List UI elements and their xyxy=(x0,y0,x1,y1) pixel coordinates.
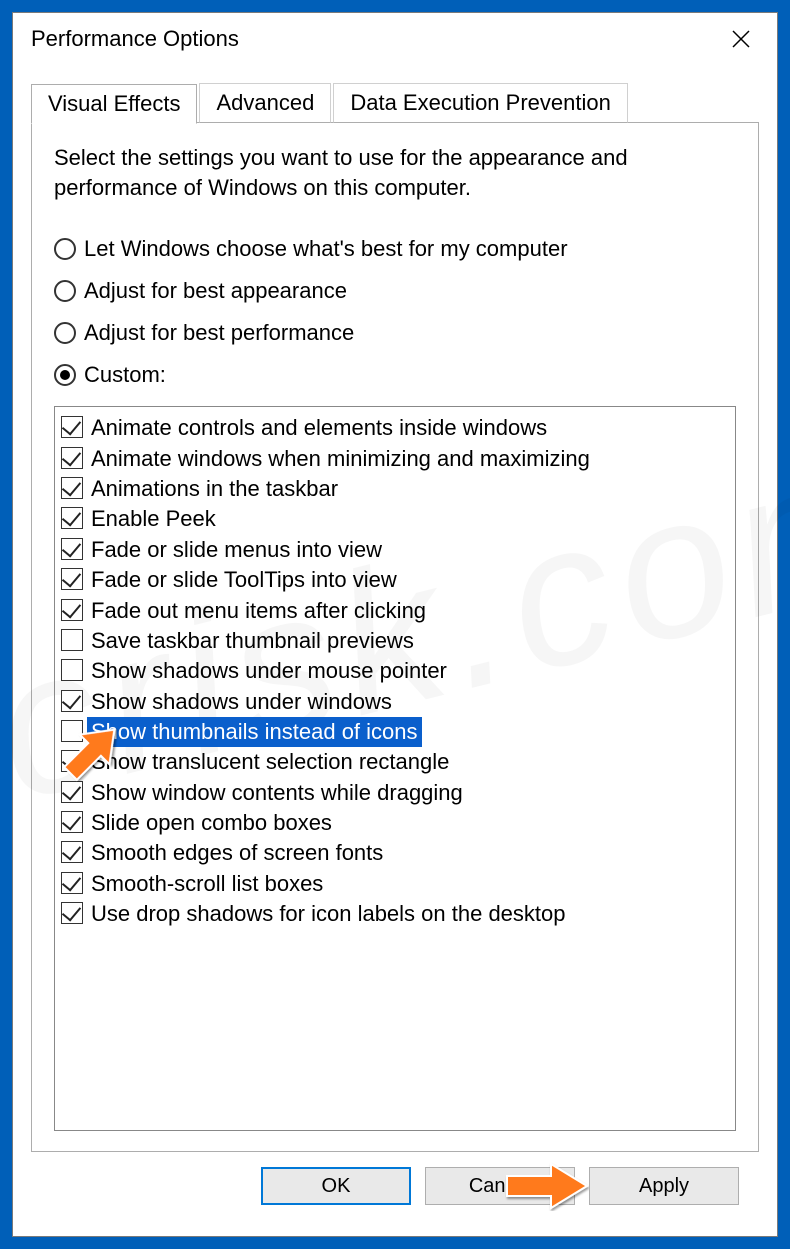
option-row[interactable]: Show thumbnails instead of icons xyxy=(61,717,729,747)
option-label: Show translucent selection rectangle xyxy=(87,747,453,777)
radio-option[interactable]: Custom: xyxy=(54,362,736,388)
option-row[interactable]: Show window contents while dragging xyxy=(61,778,729,808)
option-row[interactable]: Fade or slide ToolTips into view xyxy=(61,565,729,595)
option-row[interactable]: Save taskbar thumbnail previews xyxy=(61,626,729,656)
option-label: Show thumbnails instead of icons xyxy=(87,717,422,747)
option-row[interactable]: Show shadows under mouse pointer xyxy=(61,656,729,686)
checkbox[interactable] xyxy=(61,659,83,681)
option-label: Fade out menu items after clicking xyxy=(87,596,430,626)
option-label: Animate controls and elements inside win… xyxy=(87,413,551,443)
option-label: Animations in the taskbar xyxy=(87,474,342,504)
option-label: Fade or slide menus into view xyxy=(87,535,386,565)
cancel-button-label: Cancel xyxy=(469,1175,531,1198)
option-row[interactable]: Smooth edges of screen fonts xyxy=(61,838,729,868)
option-label: Smooth-scroll list boxes xyxy=(87,869,327,899)
ok-button[interactable]: OK xyxy=(261,1167,411,1205)
titlebar: Performance Options xyxy=(13,13,777,65)
radio-group: Let Windows choose what's best for my co… xyxy=(54,236,736,388)
option-label: Show shadows under windows xyxy=(87,687,396,717)
option-row[interactable]: Animations in the taskbar xyxy=(61,474,729,504)
radio-label: Adjust for best performance xyxy=(84,320,354,346)
option-row[interactable]: Fade out menu items after clicking xyxy=(61,596,729,626)
tab-data-execution-prevention[interactable]: Data Execution Prevention xyxy=(333,83,628,123)
radio-label: Let Windows choose what's best for my co… xyxy=(84,236,568,262)
option-label: Fade or slide ToolTips into view xyxy=(87,565,401,595)
radio-indicator[interactable] xyxy=(54,322,76,344)
cancel-button[interactable]: Cancel xyxy=(425,1167,575,1205)
ok-button-label: OK xyxy=(322,1175,351,1198)
checkbox[interactable] xyxy=(61,690,83,712)
intro-text: Select the settings you want to use for … xyxy=(54,143,694,202)
tab-visual-effects[interactable]: Visual Effects xyxy=(31,84,197,124)
radio-indicator[interactable] xyxy=(54,364,76,386)
checkbox[interactable] xyxy=(61,447,83,469)
tab-panel-visual-effects: pcrisk.com Select the settings you want … xyxy=(31,123,759,1152)
option-row[interactable]: Animate windows when minimizing and maxi… xyxy=(61,444,729,474)
radio-indicator[interactable] xyxy=(54,238,76,260)
option-row[interactable]: Animate controls and elements inside win… xyxy=(61,413,729,443)
close-icon xyxy=(732,30,750,48)
option-row[interactable]: Show shadows under windows xyxy=(61,687,729,717)
radio-option[interactable]: Adjust for best appearance xyxy=(54,278,736,304)
tab-label: Visual Effects xyxy=(48,91,180,116)
close-button[interactable] xyxy=(711,19,771,59)
option-label: Show shadows under mouse pointer xyxy=(87,656,451,686)
radio-option[interactable]: Let Windows choose what's best for my co… xyxy=(54,236,736,262)
option-label: Smooth edges of screen fonts xyxy=(87,838,387,868)
tab-label: Data Execution Prevention xyxy=(350,90,611,115)
tab-label: Advanced xyxy=(216,90,314,115)
radio-indicator[interactable] xyxy=(54,280,76,302)
options-list[interactable]: Animate controls and elements inside win… xyxy=(54,406,736,1131)
option-label: Use drop shadows for icon labels on the … xyxy=(87,899,570,929)
checkbox[interactable] xyxy=(61,841,83,863)
checkbox[interactable] xyxy=(61,507,83,529)
radio-label: Custom: xyxy=(84,362,166,388)
option-row[interactable]: Slide open combo boxes xyxy=(61,808,729,838)
option-row[interactable]: Fade or slide menus into view xyxy=(61,535,729,565)
checkbox[interactable] xyxy=(61,750,83,772)
option-row[interactable]: Use drop shadows for icon labels on the … xyxy=(61,899,729,929)
option-label: Animate windows when minimizing and maxi… xyxy=(87,444,594,474)
option-label: Slide open combo boxes xyxy=(87,808,336,838)
tabstrip: Visual Effects Advanced Data Execution Pre… xyxy=(31,79,759,123)
performance-options-dialog: Performance Options Visual Effects Advanc… xyxy=(12,12,778,1237)
checkbox[interactable] xyxy=(61,720,83,742)
apply-button-label: Apply xyxy=(639,1175,689,1198)
option-row[interactable]: Show translucent selection rectangle xyxy=(61,747,729,777)
checkbox[interactable] xyxy=(61,416,83,438)
checkbox[interactable] xyxy=(61,477,83,499)
checkbox[interactable] xyxy=(61,781,83,803)
radio-label: Adjust for best appearance xyxy=(84,278,347,304)
radio-option[interactable]: Adjust for best performance xyxy=(54,320,736,346)
checkbox[interactable] xyxy=(61,538,83,560)
apply-button[interactable]: Apply xyxy=(589,1167,739,1205)
checkbox[interactable] xyxy=(61,629,83,651)
option-label: Save taskbar thumbnail previews xyxy=(87,626,418,656)
checkbox[interactable] xyxy=(61,902,83,924)
option-row[interactable]: Enable Peek xyxy=(61,504,729,534)
checkbox[interactable] xyxy=(61,599,83,621)
option-row[interactable]: Smooth-scroll list boxes xyxy=(61,869,729,899)
option-label: Enable Peek xyxy=(87,504,220,534)
option-label: Show window contents while dragging xyxy=(87,778,467,808)
checkbox[interactable] xyxy=(61,811,83,833)
tab-advanced[interactable]: Advanced xyxy=(199,83,331,123)
window-title: Performance Options xyxy=(31,26,711,52)
dialog-footer: OK Cancel Apply xyxy=(31,1152,759,1220)
checkbox[interactable] xyxy=(61,568,83,590)
checkbox[interactable] xyxy=(61,872,83,894)
